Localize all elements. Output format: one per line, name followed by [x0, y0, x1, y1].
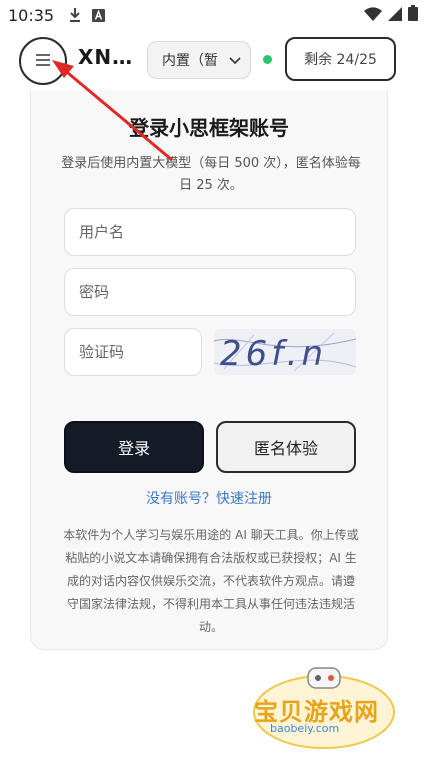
captcha-input[interactable]	[64, 328, 202, 376]
wifi-icon	[364, 6, 382, 25]
status-right	[364, 5, 418, 25]
download-icon	[68, 7, 82, 23]
battery-icon	[408, 5, 418, 25]
model-select[interactable]: 内置（暂	[147, 41, 251, 79]
app-title: XN…	[78, 45, 134, 69]
login-button[interactable]: 登录	[64, 421, 204, 473]
login-title: 登录小思框架账号	[129, 116, 289, 140]
guest-button[interactable]: 匿名体验	[216, 421, 356, 473]
password-input[interactable]	[64, 268, 356, 316]
status-time: 10:35	[8, 5, 55, 25]
app-header: XN… 内置（暂 剩余 24/25	[0, 30, 426, 90]
menu-button[interactable]	[19, 37, 67, 85]
watermark-logo: 宝贝游戏网 baobeiy.com	[246, 664, 396, 752]
username-input[interactable]	[64, 208, 356, 256]
model-select-value: 内置（暂	[162, 53, 218, 69]
quota-button[interactable]: 剩余 24/25	[285, 37, 396, 81]
login-description: 登录后使用内置大模型（每日 500 次），匿名体验每日 25 次。	[61, 156, 361, 193]
status-dot	[263, 55, 272, 64]
login-card: 登录小思框架账号 登录后使用内置大模型（每日 500 次），匿名体验每日 25 …	[30, 90, 388, 650]
register-link[interactable]: 没有账号？快速注册	[31, 488, 387, 508]
status-bar: 10:35	[0, 0, 426, 30]
cellular-icon	[388, 6, 402, 25]
captcha-image[interactable]: 26f.n	[214, 329, 356, 375]
app-a-icon	[92, 8, 106, 22]
quota-label: 剩余 24/25	[304, 52, 377, 68]
captcha-text: 26f.n	[220, 334, 327, 374]
chevron-down-icon	[228, 53, 242, 71]
hamburger-icon	[35, 52, 51, 71]
watermark-domain: baobeiy.com	[270, 722, 340, 735]
disclaimer-text: 本软件为个人学习与娱乐用途的 AI 聊天工具。你上传或粘贴的小说文本请确保拥有合…	[63, 528, 359, 634]
